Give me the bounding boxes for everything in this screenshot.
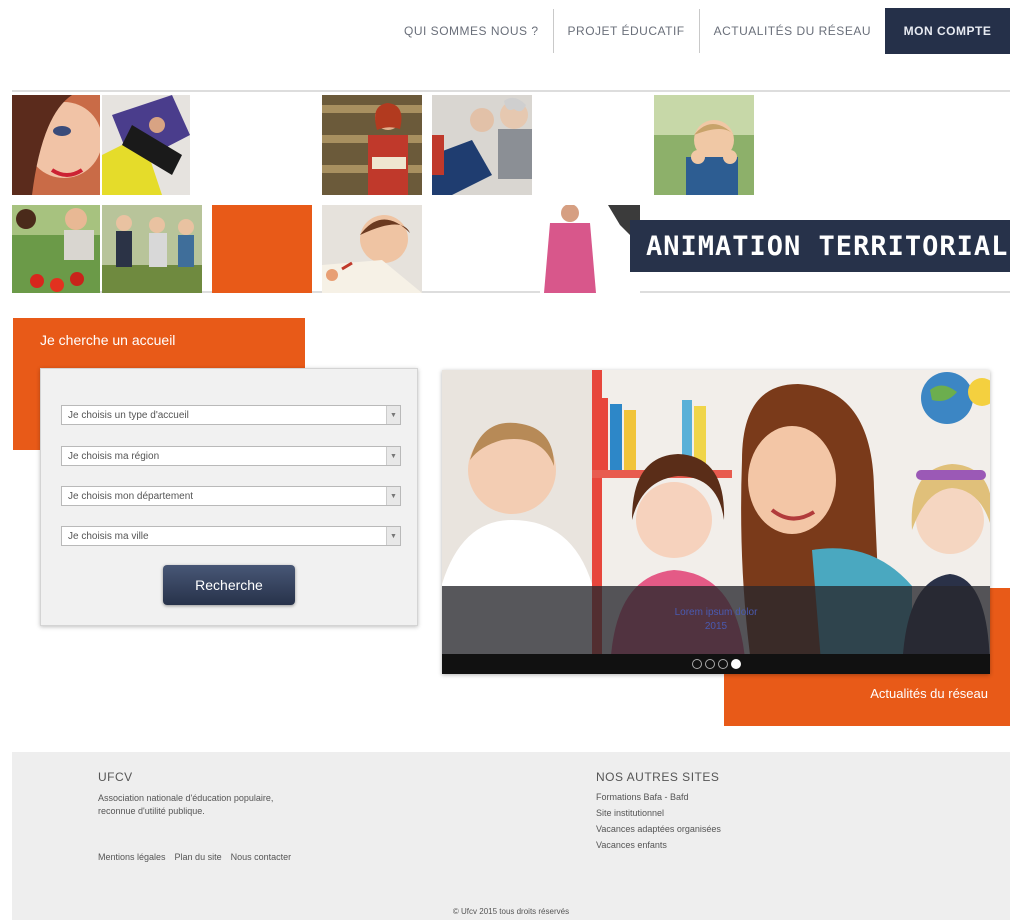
footer-sites-list: Formations Bafa - Bafd Site institutionn… <box>596 792 721 850</box>
select-type-accueil[interactable]: Je choisis un type d'accueil ▼ <box>61 405 401 425</box>
footer-org-description-line2: reconnue d'utilité publique. <box>98 806 205 816</box>
banner-orange-block <box>212 205 312 293</box>
footer-org-description-line1: Association nationale d'éducation popula… <box>98 793 274 803</box>
slider-dot-2[interactable] <box>704 659 715 669</box>
slide-caption: Lorem ipsum dolor 2015 <box>442 586 990 654</box>
hero-banner: ANIMATION TERRITORIALE <box>12 90 1010 293</box>
search-button[interactable]: Recherche <box>163 565 295 605</box>
slider-dot-1[interactable] <box>691 659 702 669</box>
banner-photo-child-drawing <box>322 205 422 293</box>
banner-photo-children-running <box>102 205 202 293</box>
slider-pagination <box>442 654 990 674</box>
select-ville[interactable]: Je choisis ma ville ▼ <box>61 526 401 546</box>
my-account-button[interactable]: MON COMPTE <box>885 8 1010 54</box>
nav-qui-sommes-nous[interactable]: QUI SOMMES NOUS ? <box>390 8 553 54</box>
slide-caption-line2[interactable]: 2015 <box>705 620 727 634</box>
select-type-accueil-value: Je choisis un type d'accueil <box>68 409 189 421</box>
chevron-down-icon: ▼ <box>386 447 400 465</box>
chevron-down-icon: ▼ <box>386 406 400 424</box>
nav-projet-educatif[interactable]: PROJET ÉDUCATIF <box>554 8 699 54</box>
select-departement-value: Je choisis mon département <box>68 490 194 502</box>
slide-caption-line1[interactable]: Lorem ipsum dolor <box>675 606 758 620</box>
link-mentions-legales[interactable]: Mentions légales <box>98 852 166 862</box>
footer-org-description: Association nationale d'éducation popula… <box>98 792 273 818</box>
slider-dot-4-active[interactable] <box>730 659 741 669</box>
footer-sites-title: NOS AUTRES SITES <box>596 770 720 784</box>
select-region[interactable]: Je choisis ma région ▼ <box>61 446 401 466</box>
footer: UFCV Association nationale d'éducation p… <box>12 752 1010 920</box>
copyright: © Ufcv 2015 tous droits réservés <box>452 907 570 916</box>
select-departement[interactable]: Je choisis mon département ▼ <box>61 486 401 506</box>
footer-org-title: UFCV <box>98 770 133 784</box>
link-nous-contacter[interactable]: Nous contacter <box>231 852 292 862</box>
chevron-down-icon: ▼ <box>386 527 400 545</box>
nav-actualites-reseau[interactable]: ACTUALITÉS DU RÉSEAU <box>700 8 885 54</box>
banner-photo-child-face <box>12 95 100 195</box>
banner-photo-girl-pink <box>540 205 640 293</box>
banner-photo-seniors <box>432 95 532 195</box>
chevron-down-icon: ▼ <box>386 487 400 505</box>
link-plan-du-site[interactable]: Plan du site <box>175 852 222 862</box>
banner-photo-boy-grass <box>654 95 754 195</box>
banner-photo-garden <box>12 205 100 293</box>
banner-photo-paint-hands <box>102 95 190 195</box>
select-ville-value: Je choisis ma ville <box>68 530 149 542</box>
link-formations-bafa[interactable]: Formations Bafa - Bafd <box>596 792 721 802</box>
search-tab-label: Je cherche un accueil <box>40 332 176 348</box>
select-region-value: Je choisis ma région <box>68 450 160 462</box>
link-vacances-enfants[interactable]: Vacances enfants <box>596 840 721 850</box>
slider-dot-3[interactable] <box>717 659 728 669</box>
link-vacances-adaptees[interactable]: Vacances adaptées organisées <box>596 824 721 834</box>
banner-photo-library <box>322 95 422 195</box>
news-slider[interactable]: Lorem ipsum dolor 2015 <box>442 370 990 674</box>
search-panel: Je choisis un type d'accueil ▼ Je choisi… <box>40 368 418 626</box>
top-navigation: QUI SOMMES NOUS ? PROJET ÉDUCATIF ACTUAL… <box>390 8 1010 54</box>
footer-legal-links: Mentions légales Plan du site Nous conta… <box>98 852 291 862</box>
link-site-institutionnel[interactable]: Site institutionnel <box>596 808 721 818</box>
news-section-label[interactable]: Actualités du réseau <box>870 686 988 701</box>
banner-title: ANIMATION TERRITORIALE <box>630 220 1010 272</box>
